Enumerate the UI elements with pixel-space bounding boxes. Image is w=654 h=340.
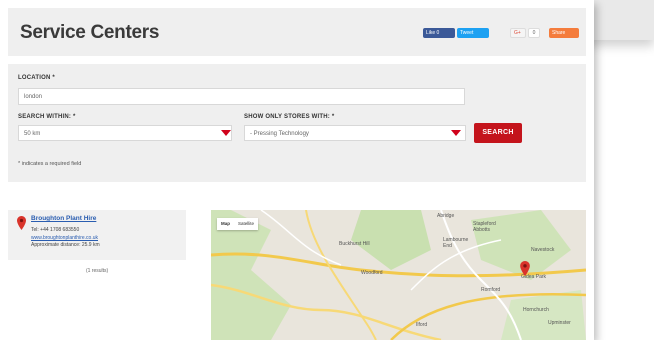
chevron-down-icon[interactable] [451, 130, 461, 136]
result-item[interactable]: Broughton Plant Hire Tel: +44 1708 68355… [8, 210, 186, 260]
search-button[interactable]: SEARCH [474, 123, 522, 143]
store-website-link[interactable]: www.broughtonplanthire.co.uk [31, 235, 98, 241]
map-label: Romford [481, 287, 501, 293]
map-label: Lambourne End [443, 237, 469, 249]
search-within-label: SEARCH WITHIN: * [18, 114, 76, 120]
map-label: Upminster [548, 320, 571, 326]
search-within-select[interactable]: 50 km [18, 125, 232, 141]
store-distance: Approximate distance: 25.9 km [31, 242, 100, 248]
tweet-button[interactable]: Tweet [457, 28, 489, 38]
map-label: Stapleford Abbotts [473, 221, 496, 233]
map-marker-icon[interactable] [520, 261, 530, 276]
map-label: Buckhurst Hill [339, 241, 370, 247]
map-type-tabs: Map Satellite [217, 218, 259, 230]
location-label: LOCATION * [18, 75, 55, 81]
gplus-button[interactable]: G+ [510, 28, 526, 38]
stores-filter-select[interactable]: - Pressing Technology [244, 125, 466, 141]
map-label: Ilford [416, 322, 428, 328]
results-count: (1 results) [86, 268, 109, 274]
store-phone: Tel: +44 1708 683550 [31, 227, 80, 233]
filter-label: SHOW ONLY STORES WITH: * [244, 114, 335, 120]
map-view[interactable]: Map Satellite Abridge Stapleford Abbotts… [211, 210, 586, 340]
location-input[interactable]: london [18, 88, 465, 105]
map-label: Navestock [531, 247, 555, 253]
service-centers-page: Service Centers Like 0 Tweet G+ 0 Share … [0, 0, 594, 340]
page-title: Service Centers [20, 22, 160, 43]
share-button[interactable]: Share [549, 28, 579, 38]
page-header: Service Centers Like 0 Tweet G+ 0 Share [8, 8, 586, 56]
gplus-count: 0 [528, 28, 540, 38]
map-pin-icon [17, 216, 26, 230]
store-locator-form: LOCATION * london SEARCH WITHIN: * 50 km… [8, 64, 586, 182]
tab-map[interactable]: Map [217, 218, 234, 230]
required-note: * indicates a required field [18, 161, 82, 167]
map-label: Abridge [437, 213, 455, 219]
chevron-down-icon[interactable] [221, 130, 231, 136]
map-label: Woodford [361, 270, 383, 276]
facebook-like-button[interactable]: Like 0 [423, 28, 455, 38]
store-name-link[interactable]: Broughton Plant Hire [31, 215, 96, 222]
map-label: Hornchurch [523, 307, 549, 313]
tab-satellite[interactable]: Satellite [234, 218, 258, 230]
